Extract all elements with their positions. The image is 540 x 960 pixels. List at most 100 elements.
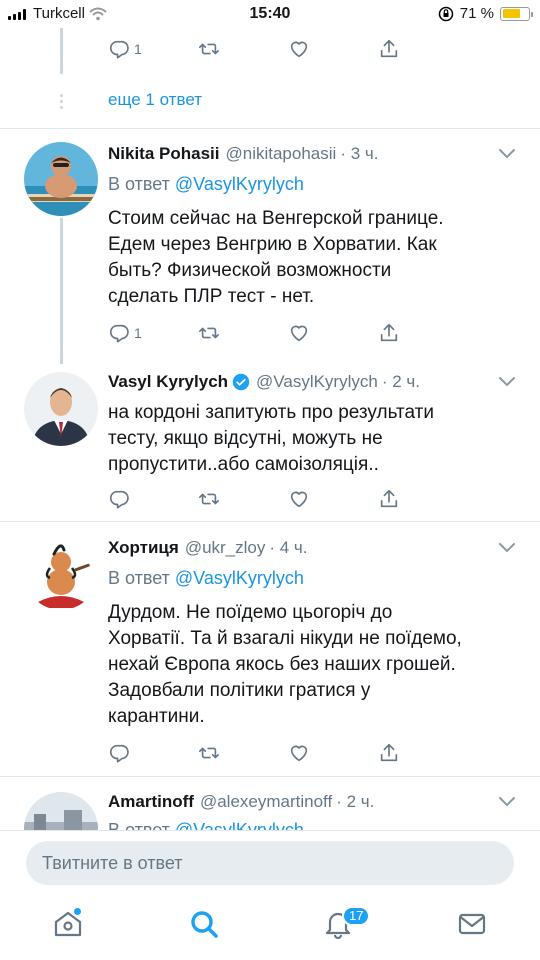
divider — [0, 776, 540, 777]
tab-messages[interactable] — [456, 908, 488, 940]
tweet-text-line: тесту, якщо відсутні, можуть не — [108, 428, 383, 449]
reply-to-mention[interactable]: @VasylKyrylych — [175, 820, 304, 830]
author-name[interactable]: Хортиця — [108, 538, 179, 558]
like-button[interactable] — [288, 488, 378, 510]
avatar[interactable] — [24, 536, 98, 610]
tab-bar: 17 — [0, 890, 540, 960]
chevron-down-icon[interactable] — [498, 376, 516, 388]
reply-to-line: В ответ @VasylKyrylych — [108, 820, 304, 830]
tweet-text-line: карантини. — [108, 706, 205, 727]
tweet-text-line: пропустити..або самоізоляція.. — [108, 454, 379, 475]
reply-button[interactable]: 1 — [108, 322, 198, 344]
share-button[interactable] — [378, 322, 468, 344]
divider — [0, 521, 540, 522]
reply-button[interactable] — [108, 488, 198, 510]
retweet-icon — [199, 43, 219, 55]
like-icon — [290, 491, 308, 508]
thread-line — [60, 218, 63, 364]
divider — [0, 128, 540, 129]
tweet-header: Vasyl Kyrylych @VasylKyrylych · 2 ч. — [108, 372, 420, 392]
tweet-text-line: быть? Физической возможности — [108, 260, 392, 281]
share-button[interactable] — [378, 742, 468, 764]
retweet-icon — [199, 493, 219, 505]
tweet-header: Хортиця @ukr_zloy · 4 ч. — [108, 538, 308, 558]
reply-button[interactable] — [108, 742, 198, 764]
reply-compose-bar: Твитните в ответ — [0, 830, 540, 890]
like-icon — [290, 325, 308, 342]
thread-scroll[interactable]: 1 еще 1 ответ Nikita Pohasii @nikitapoha… — [0, 28, 540, 830]
tweet-text-line: на кордоні запитують про результати — [108, 402, 434, 423]
tweet-text: Дурдом. Не поїдемо цьогоріч до Хорватії.… — [108, 600, 518, 730]
reply-to-prefix: В ответ — [108, 174, 170, 194]
tweet-text-line: Дурдом. Не поїдемо цьогоріч до — [108, 602, 393, 623]
share-button[interactable] — [378, 38, 468, 60]
reply-icon — [109, 40, 129, 59]
author-handle[interactable]: @nikitapohasii — [225, 144, 336, 164]
tweet-text-line: сделать ПЛР тест - нет. — [108, 286, 315, 307]
share-icon — [380, 489, 398, 508]
author-handle[interactable]: @VasylKyrylych — [256, 372, 378, 392]
tweet-text-line: Стоим сейчас на Венгерской границе. — [108, 208, 444, 229]
notifications-badge: 17 — [342, 906, 371, 926]
author-name[interactable]: Vasyl Kyrylych — [108, 372, 228, 392]
author-handle[interactable]: @alexeymartinoff — [200, 792, 332, 812]
share-icon — [380, 743, 398, 762]
retweet-icon — [199, 747, 219, 759]
tweet-time: · 2 ч. — [381, 372, 420, 391]
tweet-actions: 1 — [108, 320, 468, 346]
home-new-dot — [74, 908, 81, 915]
verified-icon — [232, 373, 250, 391]
thread-dots — [60, 94, 63, 109]
tweet-header: Amartinoff @alexeymartinoff · 2 ч. — [108, 792, 374, 812]
share-icon — [380, 323, 398, 342]
avatar[interactable] — [24, 792, 98, 830]
orientation-lock-icon — [438, 6, 454, 21]
retweet-button[interactable] — [198, 742, 288, 764]
tweet-text: Стоим сейчас на Венгерской границе. Едем… — [108, 206, 518, 310]
retweet-icon — [199, 327, 219, 339]
avatar[interactable] — [24, 142, 98, 216]
status-bar: Turkcell 15:40 71 % — [0, 0, 540, 28]
more-replies-link[interactable]: еще 1 ответ — [108, 90, 202, 110]
like-icon — [290, 745, 308, 762]
author-handle[interactable]: @ukr_zloy — [185, 538, 266, 558]
share-icon — [380, 39, 398, 58]
reply-count: 1 — [134, 325, 142, 341]
like-icon — [290, 41, 308, 58]
chevron-down-icon[interactable] — [498, 148, 516, 160]
reply-to-mention[interactable]: @VasylKyrylych — [175, 568, 304, 588]
reply-icon — [109, 490, 129, 509]
tweet-time: · 4 ч. — [269, 538, 308, 557]
like-button[interactable] — [288, 38, 378, 60]
author-name[interactable]: Amartinoff — [108, 792, 194, 812]
reply-to-prefix: В ответ — [108, 820, 170, 830]
like-button[interactable] — [288, 322, 378, 344]
thread-line — [60, 28, 63, 74]
chevron-down-icon[interactable] — [498, 796, 516, 808]
battery-icon — [500, 6, 533, 21]
reply-input[interactable]: Твитните в ответ — [26, 841, 514, 885]
like-button[interactable] — [288, 742, 378, 764]
avatar[interactable] — [24, 372, 98, 446]
mail-icon — [458, 913, 486, 935]
tab-search[interactable] — [188, 908, 220, 940]
tweet-text-line: Задовбали політики гратися у — [108, 680, 371, 701]
reply-to-mention[interactable]: @VasylKyrylych — [175, 174, 304, 194]
retweet-button[interactable] — [198, 488, 288, 510]
author-name[interactable]: Nikita Pohasii — [108, 144, 219, 164]
reply-icon — [109, 744, 129, 763]
chevron-down-icon[interactable] — [498, 542, 516, 554]
reply-to-line: В ответ @VasylKyrylych — [108, 568, 304, 589]
share-button[interactable] — [378, 488, 468, 510]
tweet-text-line: Едем через Венгрию в Хорватии. Как — [108, 234, 437, 255]
reply-to-prefix: В ответ — [108, 568, 170, 588]
reply-button[interactable]: 1 — [108, 38, 198, 60]
reply-icon — [109, 324, 129, 343]
reply-count: 1 — [134, 41, 142, 57]
battery-percent: 71 % — [459, 5, 494, 22]
tweet-time: · 2 ч. — [336, 792, 375, 811]
retweet-button[interactable] — [198, 38, 288, 60]
tweet-text: на кордоні запитують про результати тест… — [108, 400, 518, 478]
tweet-text-line: нехай Європа якось без наших грошей. — [108, 654, 456, 675]
retweet-button[interactable] — [198, 322, 288, 344]
